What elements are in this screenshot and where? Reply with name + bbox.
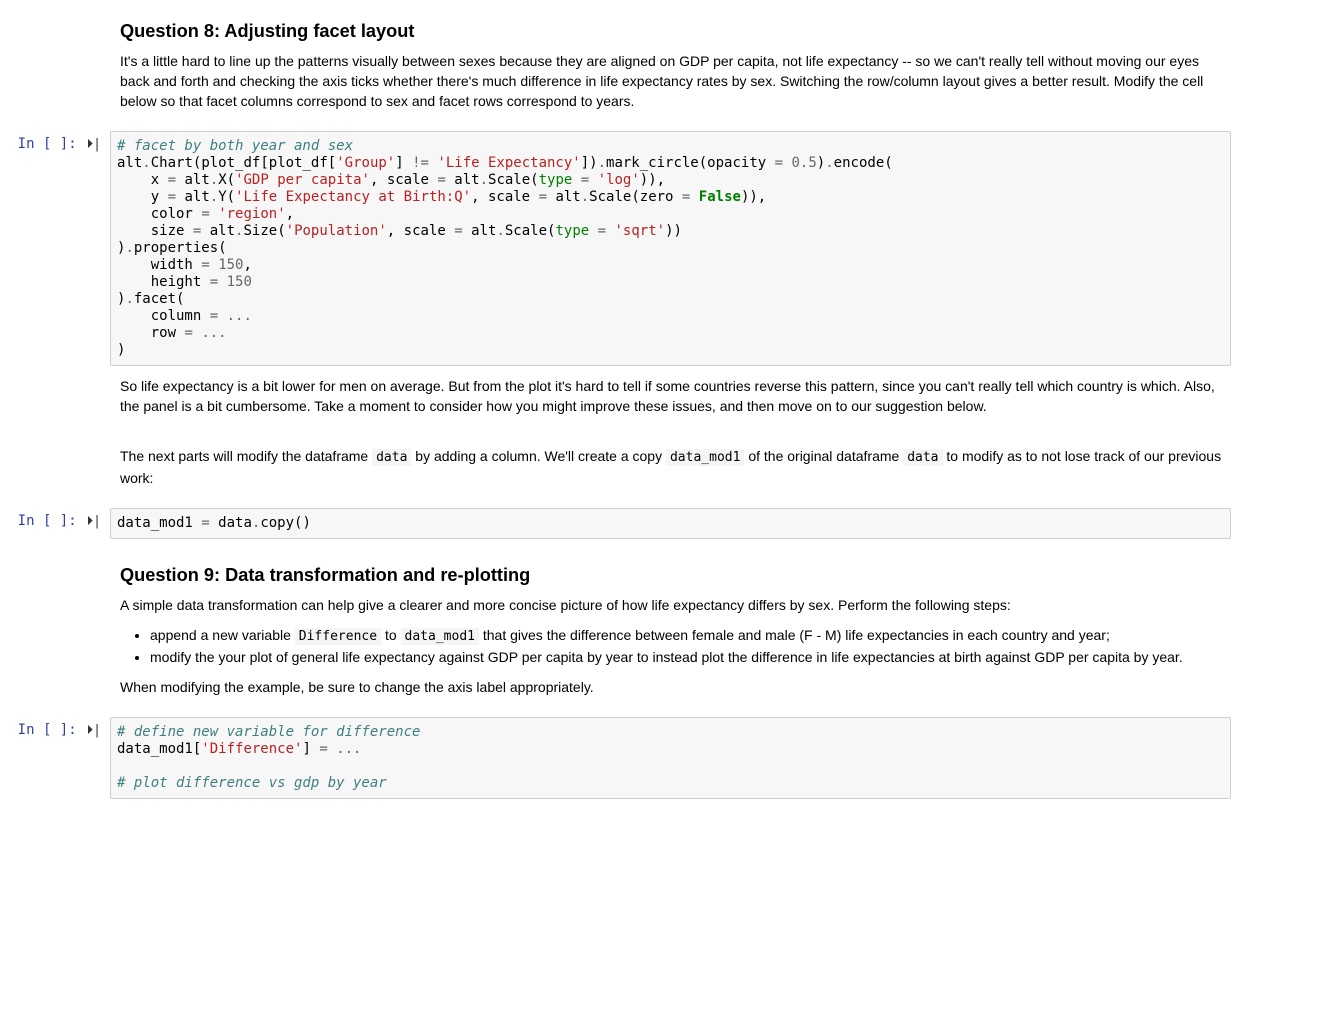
prompt-empty [0, 376, 110, 498]
heading-q8: Question 8: Adjusting facet layout [120, 21, 1231, 43]
input-prompt: In [ ]: [18, 136, 83, 153]
para-mid2: The next parts will modify the dataframe… [120, 446, 1231, 488]
input-prompt: In [ ]: [18, 513, 83, 530]
para-q9: A simple data transformation can help gi… [120, 595, 1231, 615]
run-cell-icon[interactable]: ⏵| [83, 722, 110, 740]
inline-code-datamod1: data_mod1 [401, 628, 479, 645]
notebook-container: Question 8: Adjusting facet layout It's … [0, 0, 1341, 834]
input-prompt: In [ ]: [18, 722, 83, 739]
code-comment: # define new variable for difference [117, 724, 420, 740]
run-cell-icon[interactable]: ⏵| [83, 513, 110, 531]
code-editor-2[interactable]: data_mod1 = data.copy() [110, 508, 1231, 539]
code-editor-1[interactable]: # facet by both year and sex alt.Chart(p… [110, 131, 1231, 366]
inline-code-data: data [372, 449, 411, 466]
para-q9-2: When modifying the example, be sure to c… [120, 677, 1231, 697]
code-token: alt [117, 155, 142, 171]
code-comment: # plot difference vs gdp by year [117, 775, 387, 791]
list-item: append a new variable Difference to data… [150, 625, 1231, 647]
code-cell-2: In [ ]: ⏵| data_mod1 = data.copy() [0, 503, 1341, 544]
inline-code-datamod1: data_mod1 [666, 449, 744, 466]
markdown-cell-q9: Question 9: Data transformation and re-p… [0, 544, 1341, 712]
markdown-cell-mid: So life expectancy is a bit lower for me… [0, 371, 1341, 503]
markdown-cell-q8: Question 8: Adjusting facet layout It's … [0, 0, 1341, 126]
run-cell-icon[interactable]: ⏵| [83, 136, 110, 154]
heading-q9: Question 9: Data transformation and re-p… [120, 565, 1231, 587]
para-mid1: So life expectancy is a bit lower for me… [120, 376, 1231, 416]
inline-code-data2: data [903, 449, 942, 466]
code-comment: # facet by both year and sex [117, 138, 353, 154]
code-cell-1: In [ ]: ⏵| # facet by both year and sex … [0, 126, 1341, 371]
code-editor-3[interactable]: # define new variable for difference dat… [110, 717, 1231, 799]
inline-code-difference: Difference [295, 628, 381, 645]
bullet-list: append a new variable Difference to data… [120, 625, 1231, 667]
prompt-empty [0, 5, 110, 121]
para-q8: It's a little hard to line up the patter… [120, 51, 1231, 111]
list-item: modify the your plot of general life exp… [150, 647, 1231, 667]
prompt-empty [0, 549, 110, 707]
code-cell-3: In [ ]: ⏵| # define new variable for dif… [0, 712, 1341, 804]
